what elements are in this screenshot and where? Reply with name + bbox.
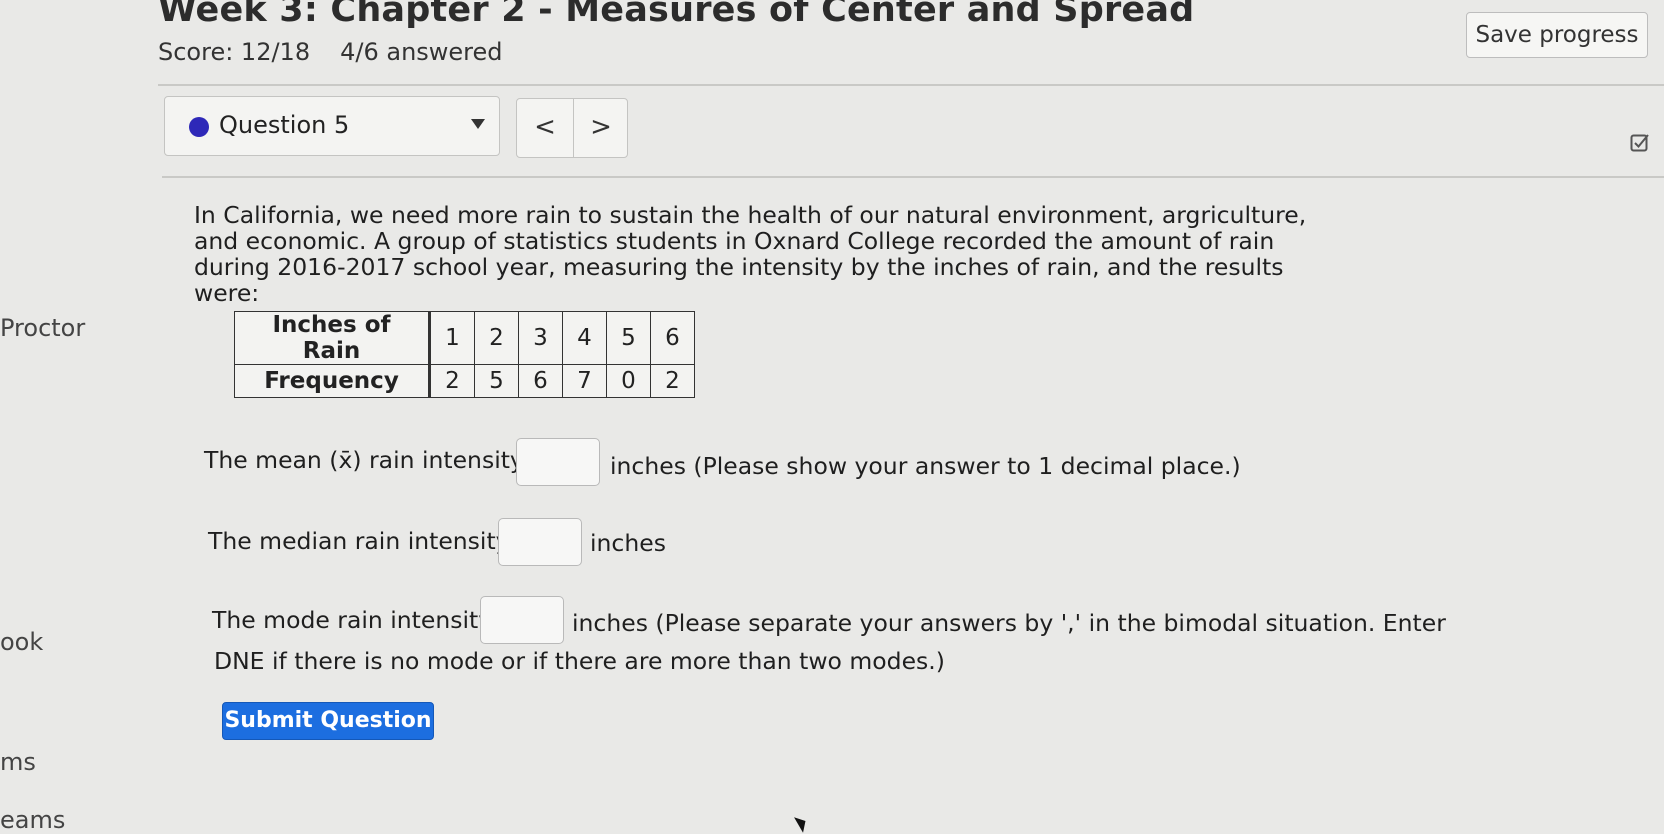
question-nav-buttons: < > [516,98,628,158]
table-cell: 2 [650,364,695,398]
table-cell: 5 [474,364,519,398]
header-divider [158,84,1664,86]
table-cell: 2 [474,311,519,365]
table-cell: 7 [562,364,607,398]
table-cell: 0 [606,364,651,398]
table-cell: 1 [429,311,475,365]
next-question-button[interactable]: > [573,99,629,157]
mean-suffix: inches (Please show your answer to 1 dec… [610,452,1241,480]
table-cell: 3 [518,311,563,365]
score-text: Score: 12/18 [158,38,311,66]
question-divider [162,176,1664,178]
score-summary: Score: 12/18 4/6 answered [158,38,503,66]
sidebar-item-gradebook[interactable]: ook [0,628,43,656]
median-suffix: inches [590,529,666,557]
mean-answer-input[interactable] [516,438,600,486]
mode-label: The mode rain intensity: [212,606,499,634]
question-text: In California, we need more rain to sust… [194,201,1307,307]
page-title: Week 3: Chapter 2 - Measures of Center a… [158,0,1195,30]
table-cell: 6 [518,364,563,398]
table-cell: 5 [606,311,651,365]
previous-question-button[interactable]: < [517,99,574,157]
question-select[interactable]: Question 5 [164,96,500,156]
table-cell: 6 [650,311,695,365]
table-row: Frequency 2 5 6 7 0 2 [234,364,695,398]
sidebar-item-proctor[interactable]: Proctor [0,314,85,342]
table-row: Inches of Rain 1 2 3 4 5 6 [234,311,695,365]
row-header-inches: Inches of Rain [234,311,431,365]
mode-suffix: inches (Please separate your answers by … [572,609,1446,637]
mean-label: The mean (x̄) rain intensity: [204,446,531,474]
sidebar-item-teams[interactable]: eams [0,806,65,834]
table-cell: 4 [562,311,607,365]
mode-suffix-continued: DNE if there is no mode or if there are … [214,647,945,675]
table-cell: 2 [429,364,475,398]
rain-table: Inches of Rain 1 2 3 4 5 6 Frequency 2 5… [234,311,695,398]
edit-checkbox-icon[interactable] [1630,132,1650,152]
question-status-dot [189,117,209,137]
median-label: The median rain intensity: [208,527,516,555]
sidebar-item-forms[interactable]: ms [0,748,36,776]
question-select-label: Question 5 [219,111,350,139]
median-answer-input[interactable] [498,518,582,566]
caret-down-icon [471,119,485,129]
submit-question-button[interactable]: Submit Question [222,702,434,740]
save-progress-button[interactable]: Save progress [1466,12,1648,58]
answered-count: 4/6 answered [340,38,503,66]
row-header-frequency: Frequency [234,364,431,398]
mode-answer-input[interactable] [480,596,564,644]
mouse-cursor-icon [794,813,810,833]
